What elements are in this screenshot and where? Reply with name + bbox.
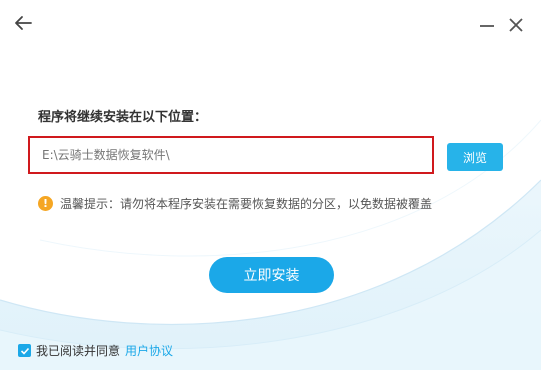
arrow-left-icon [15,16,32,30]
tip-text: 温馨提示：请勿将本程序安装在需要恢复数据的分区，以免数据被覆盖 [60,197,433,211]
install-path-field[interactable] [28,136,434,174]
check-icon [20,347,29,355]
agree-checkbox[interactable] [18,344,31,357]
minimize-icon [480,25,494,27]
agreement-row: 我已阅读并同意 用户协议 [18,342,173,359]
back-button[interactable] [12,12,34,34]
close-icon [509,18,523,32]
warning-tip: ! 温馨提示：请勿将本程序安装在需要恢复数据的分区，以免数据被覆盖 [38,195,432,212]
browse-button[interactable]: 浏览 [447,143,503,171]
install-now-button[interactable]: 立即安装 [209,257,334,293]
user-agreement-link[interactable]: 用户协议 [125,342,173,359]
info-icon: ! [38,196,53,211]
close-button[interactable] [505,14,527,36]
install-location-label: 程序将继续安装在以下位置： [38,110,208,125]
background-waves [0,119,541,370]
install-path-input[interactable] [40,147,432,163]
agree-text: 我已阅读并同意 [36,344,121,358]
minimize-button[interactable] [476,14,498,36]
